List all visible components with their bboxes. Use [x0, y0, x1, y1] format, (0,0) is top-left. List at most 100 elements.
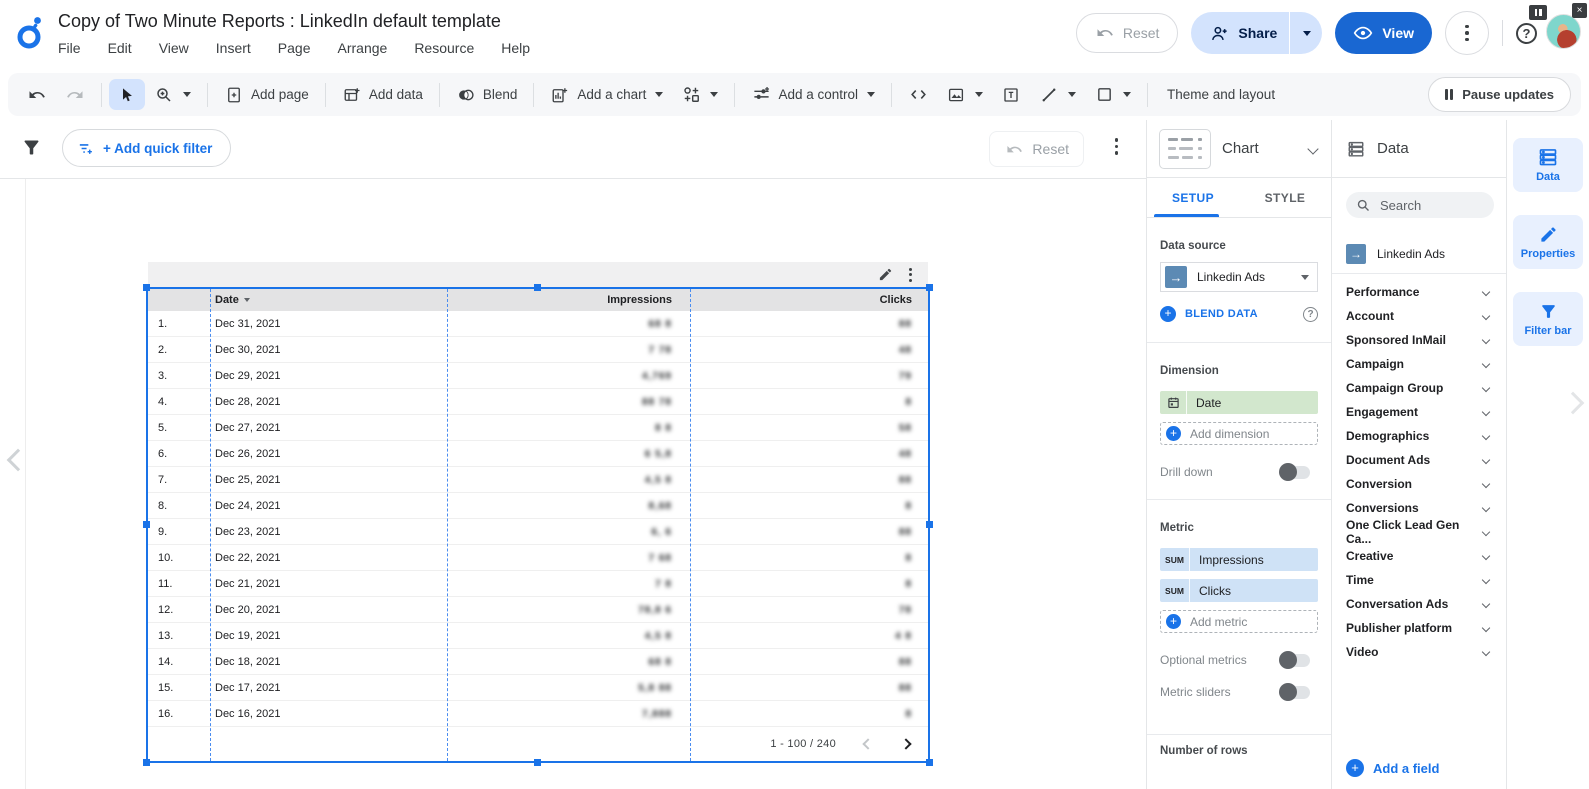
insert-image-button[interactable] [937, 78, 992, 112]
selection-handle[interactable] [926, 284, 933, 291]
menu-edit[interactable]: Edit [108, 40, 132, 56]
table-chart[interactable]: Date Impressions Clicks 1. Dec 31, 2021 … [148, 289, 928, 761]
selection-handle[interactable] [534, 759, 541, 766]
help-icon[interactable]: ? [1303, 307, 1318, 322]
pagination-prev-icon[interactable] [862, 738, 873, 749]
chart-panel-header[interactable]: Chart [1147, 120, 1331, 178]
redo-button[interactable] [56, 78, 94, 112]
view-button[interactable]: View [1335, 12, 1432, 54]
community-visualizations-button[interactable] [672, 78, 727, 112]
menu-page[interactable]: Page [278, 40, 311, 56]
menu-view[interactable]: View [159, 40, 189, 56]
chart-menu-icon[interactable] [909, 268, 912, 282]
add-chart-button[interactable]: Add a chart [541, 78, 672, 112]
selection-handle[interactable] [143, 521, 150, 528]
column-header-date[interactable]: Date [210, 294, 447, 306]
select-tool-button[interactable] [109, 79, 145, 110]
cell-date: Dec 26, 2021 [210, 448, 447, 460]
field-group-campaign[interactable]: Campaign [1332, 352, 1506, 376]
insert-text-button[interactable] [992, 78, 1030, 112]
more-options-button[interactable] [1445, 11, 1489, 55]
add-dimension-button[interactable]: + Add dimension [1160, 422, 1318, 445]
rail-card-data[interactable]: Data [1513, 138, 1583, 192]
field-group-conversions[interactable]: Conversions [1332, 496, 1506, 520]
field-group-conversation-ads[interactable]: Conversation Ads [1332, 592, 1506, 616]
rail-card-filter-bar[interactable]: Filter bar [1513, 292, 1583, 346]
menu-help[interactable]: Help [501, 40, 530, 56]
metric-chip-impressions[interactable]: SUM Impressions [1160, 548, 1318, 571]
zoom-tool-button[interactable] [145, 78, 200, 112]
filter-bar-menu-button[interactable] [1115, 138, 1119, 155]
field-group-account[interactable]: Account [1332, 304, 1506, 328]
add-quick-filter-button[interactable]: + Add quick filter [62, 129, 231, 167]
report-canvas[interactable]: Date Impressions Clicks 1. Dec 31, 2021 … [0, 179, 1146, 789]
selection-handle[interactable] [143, 284, 150, 291]
insert-line-button[interactable] [1030, 78, 1085, 112]
help-button[interactable]: ? [1516, 23, 1537, 44]
data-source-selector[interactable]: → Linkedin Ads [1160, 262, 1318, 292]
field-group-publisher-platform[interactable]: Publisher platform [1332, 616, 1506, 640]
rail-card-properties[interactable]: Properties [1513, 215, 1583, 269]
add-metric-button[interactable]: + Add metric [1160, 610, 1318, 633]
share-button[interactable]: Share [1191, 12, 1322, 54]
insert-shape-button[interactable] [1085, 78, 1140, 112]
pagination-next-icon[interactable] [900, 738, 911, 749]
field-group-document-ads[interactable]: Document Ads [1332, 448, 1506, 472]
tab-style[interactable]: STYLE [1239, 178, 1331, 217]
theme-layout-button[interactable]: Theme and layout [1155, 78, 1287, 112]
selection-handle[interactable] [143, 759, 150, 766]
field-group-conversion[interactable]: Conversion [1332, 472, 1506, 496]
field-group-video[interactable]: Video [1332, 640, 1506, 664]
blend-button[interactable]: Blend [447, 78, 527, 112]
field-group-engagement[interactable]: Engagement [1332, 400, 1506, 424]
share-caret[interactable] [1290, 12, 1322, 54]
chart-edit-pencil-icon[interactable] [878, 267, 893, 282]
close-overlay-icon[interactable]: × [1572, 3, 1587, 18]
next-page-chevron-icon[interactable] [1562, 392, 1585, 415]
add-data-button[interactable]: Add data [333, 78, 432, 112]
field-group-demographics[interactable]: Demographics [1332, 424, 1506, 448]
looker-studio-logo[interactable] [14, 14, 48, 52]
reset-button[interactable]: Reset [1076, 13, 1179, 53]
undo-button[interactable] [18, 78, 56, 112]
filter-funnel-icon[interactable] [21, 137, 42, 158]
embed-url-button[interactable] [899, 78, 937, 112]
selection-handle[interactable] [926, 759, 933, 766]
drill-down-toggle[interactable] [1281, 466, 1310, 479]
menu-file[interactable]: File [58, 40, 81, 56]
avatar[interactable] [1546, 14, 1581, 49]
column-guide [210, 289, 211, 761]
menu-resource[interactable]: Resource [414, 40, 474, 56]
selection-handle[interactable] [534, 284, 541, 291]
field-group-campaign-group[interactable]: Campaign Group [1332, 376, 1506, 400]
metric-chip-clicks[interactable]: SUM Clicks [1160, 579, 1318, 602]
row-number: 2. [148, 344, 210, 356]
tab-setup[interactable]: SETUP [1147, 178, 1239, 217]
column-header-impressions[interactable]: Impressions [447, 294, 690, 306]
plus-circle-icon[interactable]: + [1160, 306, 1176, 322]
add-page-button[interactable]: Add page [215, 78, 318, 112]
filter-reset-button[interactable]: Reset [989, 131, 1084, 167]
add-control-button[interactable]: Add a control [742, 78, 884, 112]
app-header: Copy of Two Minute Reports : LinkedIn de… [0, 0, 1589, 68]
menu-arrange[interactable]: Arrange [338, 40, 388, 56]
column-header-clicks[interactable]: Clicks [690, 294, 928, 306]
field-group-time[interactable]: Time [1332, 568, 1506, 592]
pause-overlay-icon[interactable] [1529, 5, 1547, 20]
chevron-down-icon[interactable] [1307, 143, 1318, 154]
pause-updates-button[interactable]: Pause updates [1428, 77, 1571, 112]
field-group-one-click-lead-gen-ca-[interactable]: One Click Lead Gen Ca... [1332, 520, 1506, 544]
field-search-input[interactable]: Search [1346, 192, 1494, 218]
field-group-creative[interactable]: Creative [1332, 544, 1506, 568]
dimension-chip-date[interactable]: Date [1160, 391, 1318, 414]
selection-handle[interactable] [926, 521, 933, 528]
add-field-button[interactable]: Add a field [1373, 761, 1439, 776]
metric-sliders-toggle[interactable] [1281, 686, 1310, 699]
optional-metrics-toggle[interactable] [1281, 654, 1310, 667]
menu-insert[interactable]: Insert [216, 40, 251, 56]
plus-circle-icon[interactable]: + [1346, 759, 1364, 777]
report-title[interactable]: Copy of Two Minute Reports : LinkedIn de… [58, 11, 530, 32]
field-group-sponsored-inmail[interactable]: Sponsored InMail [1332, 328, 1506, 352]
field-group-performance[interactable]: Performance [1332, 280, 1506, 304]
blend-data-button[interactable]: BLEND DATA [1185, 308, 1258, 320]
